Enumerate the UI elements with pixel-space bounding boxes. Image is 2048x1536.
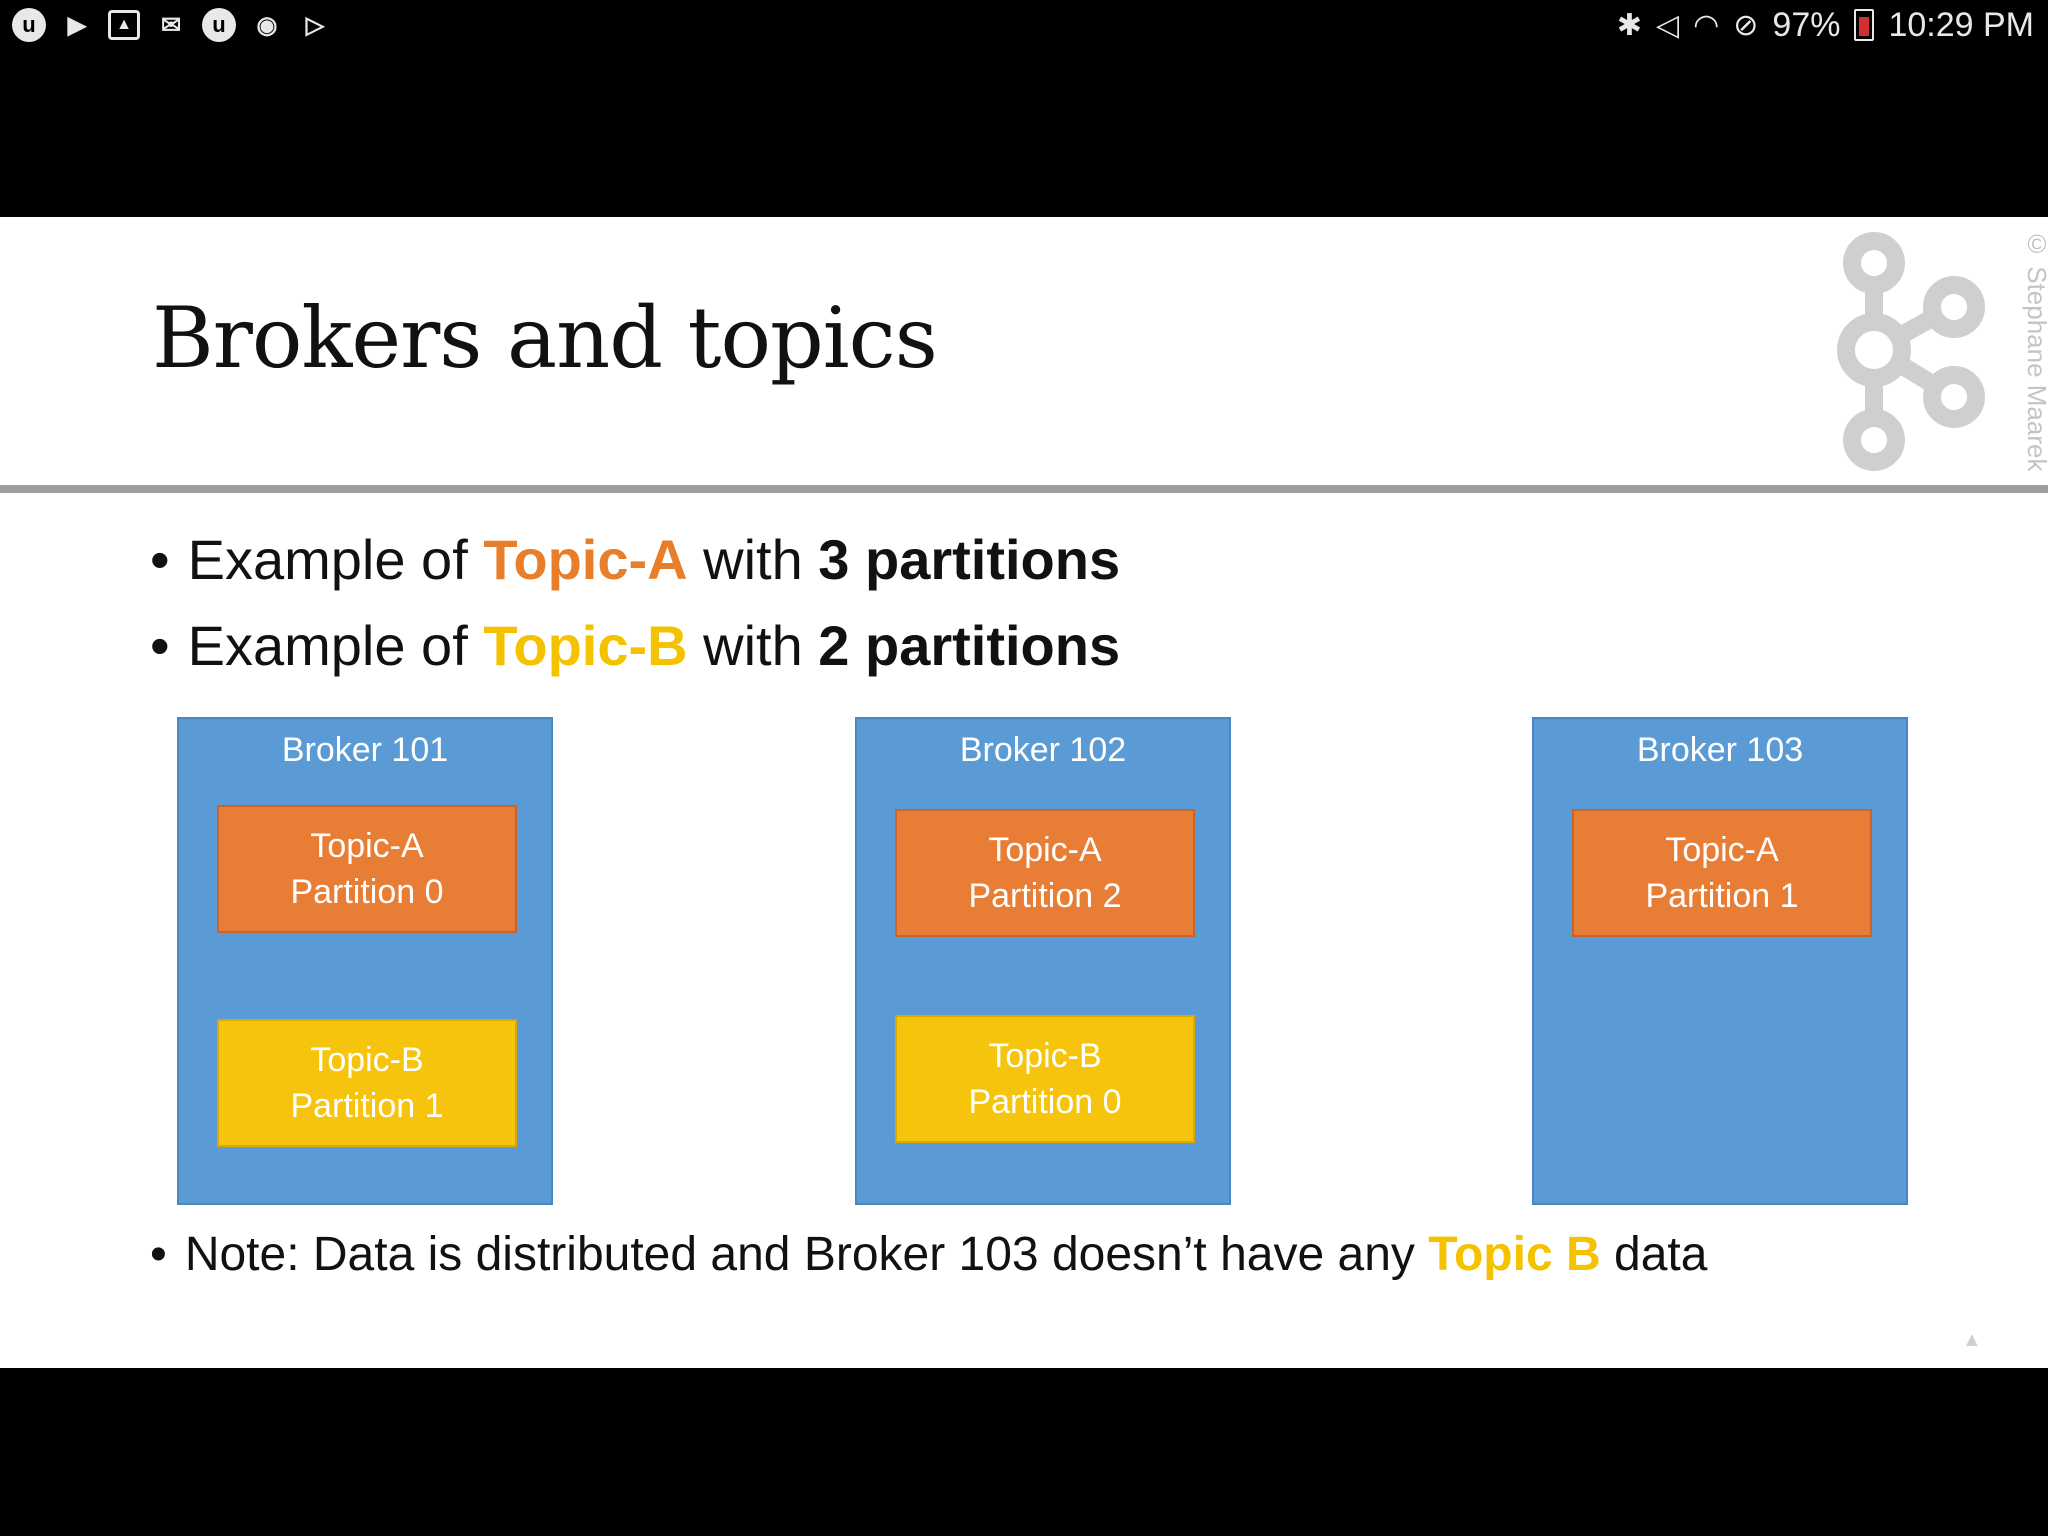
- title-divider: [0, 485, 2048, 493]
- sync-icon: ◉: [256, 11, 278, 39]
- bluetooth-icon: ✱: [1616, 8, 1642, 42]
- broker-label: Broker 101: [281, 731, 449, 769]
- broker-102: Broker 102 Topic-A Partition 2 Topic-B P…: [855, 717, 1231, 1205]
- wifi-icon: ◠: [1693, 8, 1720, 42]
- gallery-icon: ▲: [108, 10, 140, 40]
- topic-a-partition-box: Topic-A Partition 1: [1572, 809, 1872, 937]
- youtube-icon: ▶: [67, 11, 87, 39]
- topic-a-partition-box: Topic-A Partition 2: [895, 809, 1195, 937]
- battery-percent: 97%: [1772, 5, 1841, 44]
- broker-103: Broker 103 Topic-A Partition 1: [1532, 717, 1908, 1205]
- topic-b-highlight: Topic-B: [483, 614, 688, 677]
- topic-a-highlight: Topic-A: [483, 528, 688, 591]
- system-icons: ✱ ◁ ◠ ⊘ 97% 10:29 PM: [1617, 6, 2048, 45]
- bullet-list: • Example of Topic-A with 3 partitions • E…: [150, 517, 1120, 689]
- topic-b-partition-box: Topic-B Partition 0: [895, 1015, 1195, 1143]
- clock: 10:29 PM: [1888, 5, 2034, 44]
- udemy-logo-icon: ▲: [1962, 1329, 1982, 1351]
- slide-title: Brokers and topics: [152, 289, 938, 387]
- mute-icon: ◁: [1656, 8, 1680, 42]
- slide: Brokers and topics © Stephane Maarek • Ex…: [0, 217, 2048, 1368]
- udemy-icon: u: [202, 8, 236, 42]
- gmail-icon: ✉: [160, 11, 182, 39]
- broker-101: Broker 101 Topic-A Partition 0 Topic-B P…: [177, 717, 553, 1205]
- topic-a-partition-box: Topic-A Partition 0: [217, 805, 517, 933]
- topic-b-partition-box: Topic-B Partition 1: [217, 1019, 517, 1147]
- bullet-topic-b: • Example of Topic-B with 2 partitions: [150, 614, 1121, 677]
- do-not-disturb-icon: ⊘: [1733, 8, 1759, 42]
- status-bar: u ▶ ▲ ✉ u ◉ ▷ ✱ ◁ ◠ ⊘ 97% 10:29 PM: [0, 0, 2048, 50]
- play-store-icon: ▷: [305, 11, 325, 39]
- note-text: • Note: Data is distributed and Broker 10…: [150, 1228, 1708, 1281]
- battery-icon: [1854, 9, 1875, 41]
- broker-label: Broker 103: [1636, 731, 1804, 769]
- copyright-watermark: © Stephane Maarek: [2022, 229, 2048, 472]
- kafka-logo-icon: [1837, 232, 1985, 471]
- broker-label: Broker 102: [959, 731, 1127, 769]
- notification-icons: u ▶ ▲ ✉ u ◉ ▷: [0, 8, 332, 42]
- bullet-topic-a: • Example of Topic-A with 3 partitions: [150, 528, 1121, 591]
- topic-b-highlight: Topic B: [1428, 1228, 1601, 1281]
- udemy-icon: u: [12, 8, 46, 42]
